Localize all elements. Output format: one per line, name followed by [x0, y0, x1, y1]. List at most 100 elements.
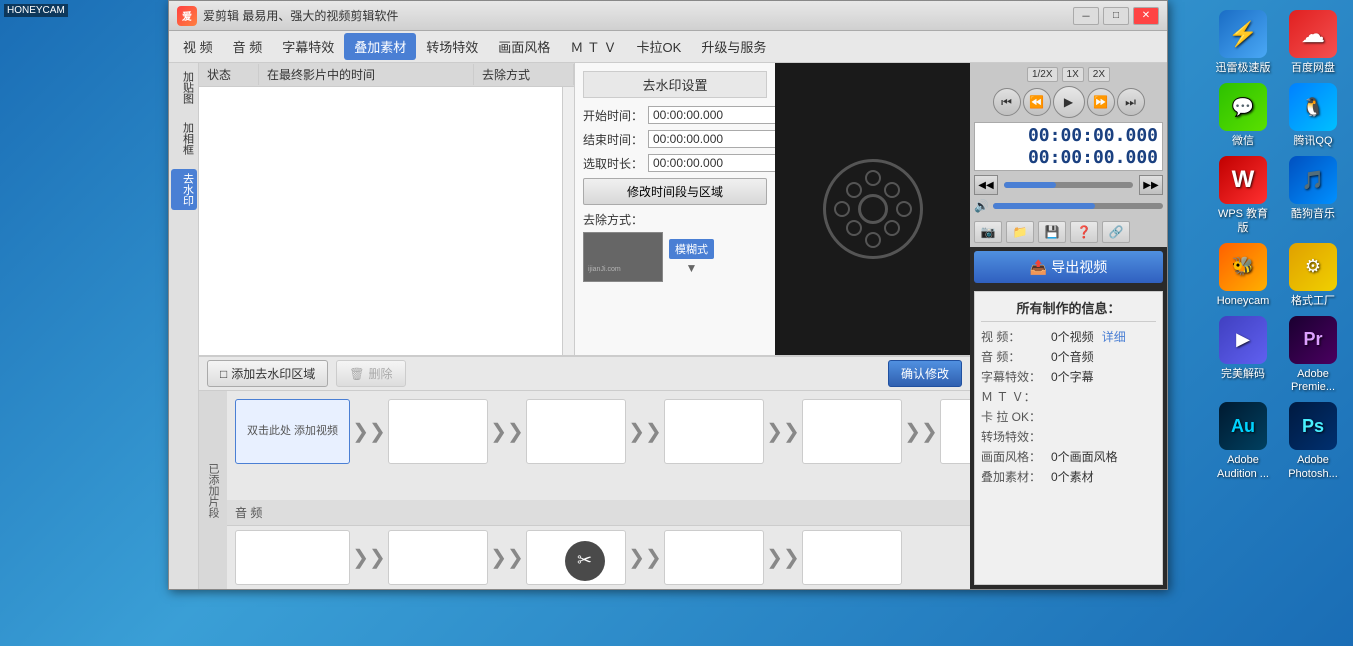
audio-block-4[interactable] — [664, 530, 764, 585]
trash-icon: 🗑 — [349, 367, 364, 381]
maximize-button[interactable]: □ — [1103, 7, 1129, 25]
menu-item-karaoke[interactable]: 卡拉OK — [627, 33, 692, 60]
desktop-icon-qq[interactable]: 🐧 腾讯QQ — [1283, 83, 1343, 148]
menu-item-overlay[interactable]: 叠加素材 — [344, 33, 416, 60]
prev-frame-btn[interactable]: ⏮ — [993, 88, 1021, 116]
top-panel: 状态 在最终影片中的时间 去除方式 去水印设置 开始时间： — [199, 63, 970, 356]
step-back-btn[interactable]: ⏪ — [1023, 88, 1051, 116]
film-reel-center — [858, 194, 888, 224]
info-row-karaoke: 卡 拉 OK： — [981, 408, 1156, 425]
menu-item-subtitle[interactable]: 字幕特效 — [272, 33, 344, 60]
table-header-method: 去除方式 — [474, 64, 574, 85]
volume-track[interactable] — [993, 203, 1163, 209]
desktop-icon-baidu[interactable]: ☁ 百度网盘 — [1283, 10, 1343, 75]
info-key-mtv: Ｍ Ｔ Ｖ： — [981, 388, 1051, 405]
track-arrow-1: ❯❯ — [354, 399, 384, 464]
settings-row-start: 开始时间： — [583, 106, 767, 124]
seek-bar[interactable] — [1004, 182, 1133, 188]
info-row-subtitle: 字幕特效： 0个字幕 — [981, 368, 1156, 385]
desktop-icon-premiere[interactable]: Pr Adobe Premie... — [1283, 316, 1343, 394]
toolbar-btn-save[interactable]: 💾 — [1038, 221, 1066, 243]
minimize-button[interactable]: － — [1073, 7, 1099, 25]
confirm-btn[interactable]: 确认修改 — [888, 360, 962, 387]
desktop-icon-audition[interactable]: Au Adobe Audition ... — [1213, 402, 1273, 480]
settings-label-end: 结束时间： — [583, 131, 648, 148]
audio-block-2[interactable] — [388, 530, 488, 585]
nav-controls: ◀◀ ▶▶ — [974, 175, 1163, 195]
toolbar-btn-camera[interactable]: 📷 — [974, 221, 1002, 243]
close-button[interactable]: ✕ — [1133, 7, 1159, 25]
toolbar-btn-help[interactable]: ❓ — [1070, 221, 1098, 243]
preview-watermark-text: ijianJi.com — [588, 266, 621, 273]
export-icon: 📤 — [1030, 259, 1047, 276]
track-arrow-5: ❯❯ — [906, 399, 936, 464]
audio-block-1[interactable] — [235, 530, 350, 585]
track-block-5[interactable] — [802, 399, 902, 464]
desktop-icon-honeycam[interactable]: 🐝 Honeycam — [1213, 243, 1273, 308]
method-option-blur[interactable]: 模糊式 — [669, 239, 714, 259]
next-frame-btn[interactable]: ⏭ — [1117, 88, 1145, 116]
desktop-icon-wanmei[interactable]: ▶ 完美解码 — [1213, 316, 1273, 394]
scissors-icon[interactable]: ✂ — [565, 541, 605, 581]
sidebar-btn-watermark[interactable]: 去水印 — [171, 169, 197, 210]
info-link-video[interactable]: 详细 — [1102, 328, 1126, 345]
info-key-audio: 音 频： — [981, 348, 1051, 365]
nav-left[interactable]: ◀◀ — [974, 175, 998, 195]
menu-item-style[interactable]: 画面风格 — [488, 33, 560, 60]
toolbar-btn-open[interactable]: 📁 — [1006, 221, 1034, 243]
track-block-6[interactable] — [940, 399, 970, 464]
desktop-icon-kugou[interactable]: 🎵 酷狗音乐 — [1283, 156, 1343, 234]
step-fwd-btn[interactable]: ⏩ — [1087, 88, 1115, 116]
modify-time-btn[interactable]: 修改时间段与区域 — [583, 178, 767, 205]
info-row-overlay: 叠加素材： 0个素材 — [981, 468, 1156, 485]
honeycam-label: HONEYCAM — [4, 4, 68, 17]
audio-block-5[interactable] — [802, 530, 902, 585]
desktop-icon-wechat[interactable]: 💬 微信 — [1213, 83, 1273, 148]
menu-item-upgrade[interactable]: 升级与服务 — [691, 33, 776, 60]
desktop-icon-xunlei[interactable]: ⚡ 迅雷极速版 — [1213, 10, 1273, 75]
play-btn[interactable]: ▶ — [1053, 86, 1085, 118]
track-block-2[interactable] — [388, 399, 488, 464]
removal-label: 去除方式： — [583, 211, 767, 228]
menu-item-audio[interactable]: 音 频 — [223, 33, 273, 60]
sidebar-btn-frame[interactable]: 加相框 — [171, 118, 197, 159]
sidebar-btn-sticker[interactable]: 加贴图 — [171, 67, 197, 108]
table-area: 状态 在最终影片中的时间 去除方式 — [199, 63, 575, 355]
speed-2x[interactable]: 2X — [1088, 67, 1110, 82]
menu-item-video[interactable]: 视 频 — [173, 33, 223, 60]
main-video-block[interactable]: 双击此处 添加视频 — [235, 399, 350, 464]
window-controls: － □ ✕ — [1073, 7, 1159, 25]
settings-row-duration: 选取时长： — [583, 154, 767, 172]
left-sidebar: 加贴图 加相框 去水印 — [169, 63, 199, 589]
settings-title: 去水印设置 — [583, 71, 767, 98]
add-watermark-area-btn[interactable]: □ 添加去水印区域 — [207, 360, 328, 387]
menu-item-transition[interactable]: 转场特效 — [416, 33, 488, 60]
track-arrow-4: ❯❯ — [768, 399, 798, 464]
already-added-label: 已添加片段 — [199, 391, 227, 589]
scrollbar-vertical[interactable] — [562, 87, 574, 355]
info-val-style: 0个画面风格 — [1051, 448, 1118, 465]
action-bar: □ 添加去水印区域 🗑 删除 确认修改 — [199, 356, 970, 390]
track-arrow-2: ❯❯ — [492, 399, 522, 464]
export-video-btn[interactable]: 📤 导出视频 — [974, 251, 1163, 283]
speed-1x[interactable]: 1X — [1062, 67, 1084, 82]
speed-half[interactable]: 1/2X — [1027, 67, 1058, 82]
track-block-4[interactable] — [664, 399, 764, 464]
method-dropdown-arrow[interactable]: ▼ — [669, 261, 714, 275]
info-val-overlay: 0个素材 — [1051, 468, 1094, 485]
track-block-3[interactable] — [526, 399, 626, 464]
time-display: 00:00:00.000 00:00:00.000 — [974, 122, 1163, 171]
desktop-icons: ⚡ 迅雷极速版 ☁ 百度网盘 💬 微信 🐧 腾讯QQ W WPS 教育版 🎵 酷… — [1213, 10, 1343, 481]
video-preview-area — [775, 63, 970, 355]
menu-item-mtv[interactable]: Ｍ Ｔ Ｖ — [560, 33, 626, 60]
desktop-icon-wps[interactable]: W WPS 教育版 — [1213, 156, 1273, 234]
desktop-icon-geshi[interactable]: ⚙ 格式工厂 — [1283, 243, 1343, 308]
toolbar-btn-share[interactable]: 🔗 — [1102, 221, 1130, 243]
playback-controls: 1/2X 1X 2X ⏮ ⏪ ▶ ⏩ ⏭ 00:00:00.000 00:00:… — [970, 63, 1167, 217]
desktop-icon-photoshop[interactable]: Ps Adobe Photosh... — [1283, 402, 1343, 480]
info-title: 所有制作的信息： — [981, 298, 1156, 322]
method-select-area: 模糊式 ▼ — [669, 239, 714, 275]
nav-right[interactable]: ▶▶ — [1139, 175, 1163, 195]
add-icon: □ — [220, 367, 227, 381]
delete-btn[interactable]: 🗑 删除 — [336, 360, 405, 387]
